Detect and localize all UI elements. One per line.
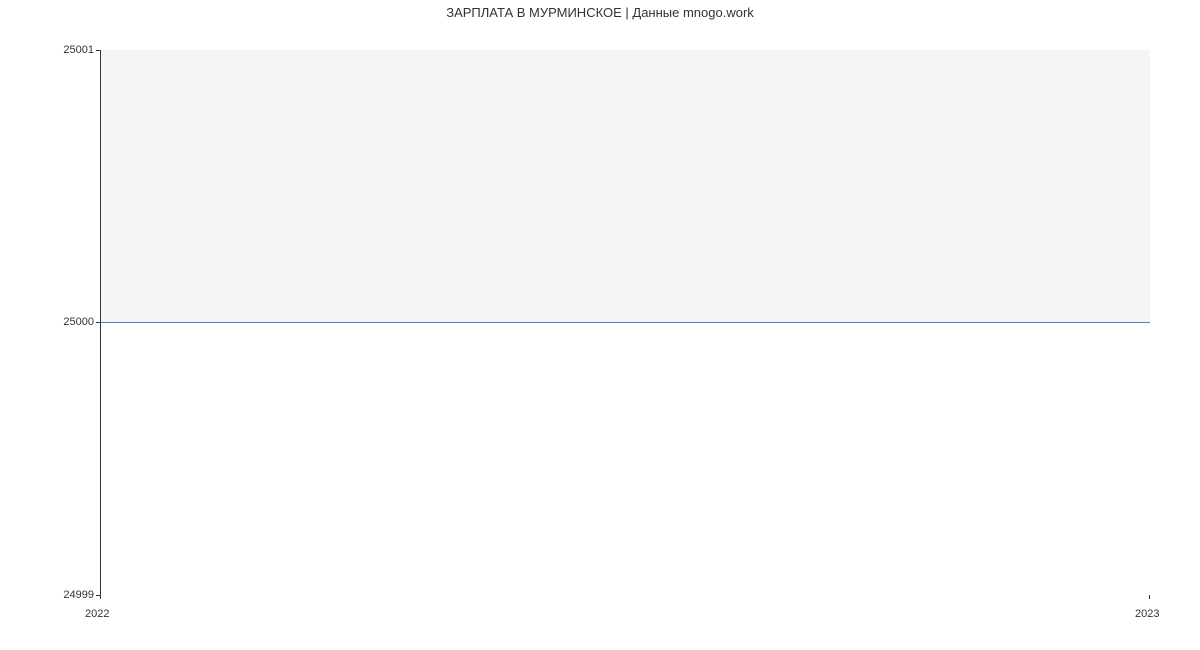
- x-axis-label: 2022: [85, 608, 109, 620]
- plot-bg-lower: [101, 323, 1150, 595]
- plot-area: [100, 50, 1150, 595]
- y-axis-label: 24999: [14, 589, 94, 601]
- x-tick: [100, 595, 101, 599]
- data-line: [101, 322, 1150, 323]
- y-axis-label: 25001: [14, 44, 94, 56]
- y-axis-label: 25000: [14, 316, 94, 328]
- chart-container: ЗАРПЛАТА В МУРМИНСКОЕ | Данные mnogo.wor…: [0, 0, 1200, 650]
- y-tick: [96, 322, 100, 323]
- x-tick: [1149, 595, 1150, 599]
- chart-title: ЗАРПЛАТА В МУРМИНСКОЕ | Данные mnogo.wor…: [0, 5, 1200, 20]
- y-tick: [96, 50, 100, 51]
- x-axis-label: 2023: [1135, 608, 1159, 620]
